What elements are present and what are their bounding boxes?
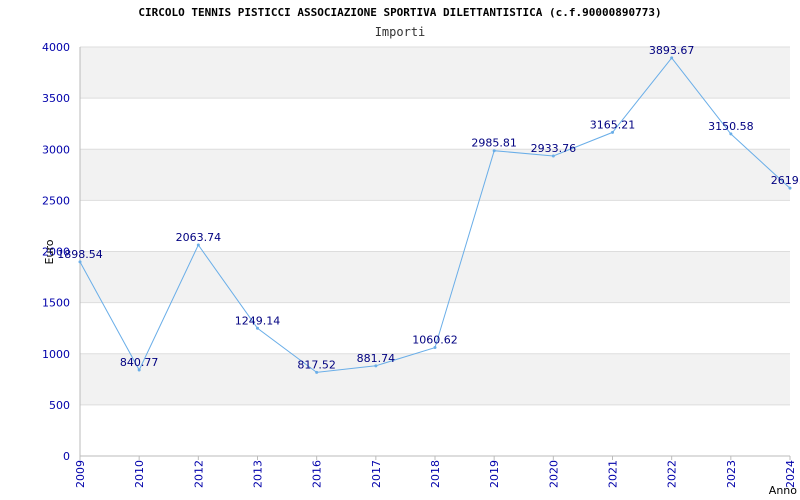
x-tick-label: 2012: [192, 460, 205, 488]
data-label: 1898.54: [57, 248, 103, 261]
x-tick-label: 2017: [370, 460, 383, 488]
y-axis-label: Euro: [43, 239, 56, 264]
x-tick-label: 2016: [311, 460, 324, 488]
data-label: 1249.14: [235, 314, 281, 327]
data-label: 1060.62: [412, 334, 458, 347]
y-tick-label: 1500: [42, 297, 70, 310]
x-tick-label: 2023: [725, 460, 738, 488]
x-tick-label: 2010: [133, 460, 146, 488]
y-tick-label: 2500: [42, 194, 70, 207]
grid-band: [80, 251, 790, 303]
y-tick-label: 3000: [42, 143, 70, 156]
y-tick-label: 0: [63, 450, 70, 463]
grid-band: [80, 353, 790, 405]
data-label: 2985.81: [471, 137, 517, 150]
data-label: 817.52: [297, 358, 336, 371]
data-label: 2619.5: [771, 174, 800, 187]
data-label: 840.77: [120, 356, 159, 369]
y-tick-label: 3500: [42, 92, 70, 105]
y-tick-label: 4000: [42, 41, 70, 54]
data-label: 3165.21: [590, 118, 636, 131]
data-label: 3150.58: [708, 120, 754, 133]
x-tick-label: 2021: [607, 460, 620, 488]
x-tick-label: 2009: [74, 460, 87, 488]
x-axis-label: Anno: [769, 484, 797, 497]
data-label: 2933.76: [531, 142, 577, 155]
x-tick-label: 2020: [547, 460, 560, 488]
line-chart: 05001000150020002500300035004000 2009 201…: [42, 41, 800, 497]
x-tick-label: 2019: [488, 460, 501, 488]
chart-container: CIRCOLO TENNIS PISTICCI ASSOCIAZIONE SPO…: [0, 0, 800, 500]
y-tick-label: 1000: [42, 348, 70, 361]
data-label: 3893.67: [649, 44, 695, 57]
x-tick-label: 2018: [429, 460, 442, 488]
data-label: 881.74: [357, 352, 396, 365]
x-tick-label: 2013: [252, 460, 265, 488]
series-line: [79, 57, 791, 373]
x-tick-label: 2022: [666, 460, 679, 488]
y-tick-label: 500: [49, 399, 70, 412]
grid-band: [80, 149, 790, 201]
data-label: 2063.74: [176, 231, 222, 244]
